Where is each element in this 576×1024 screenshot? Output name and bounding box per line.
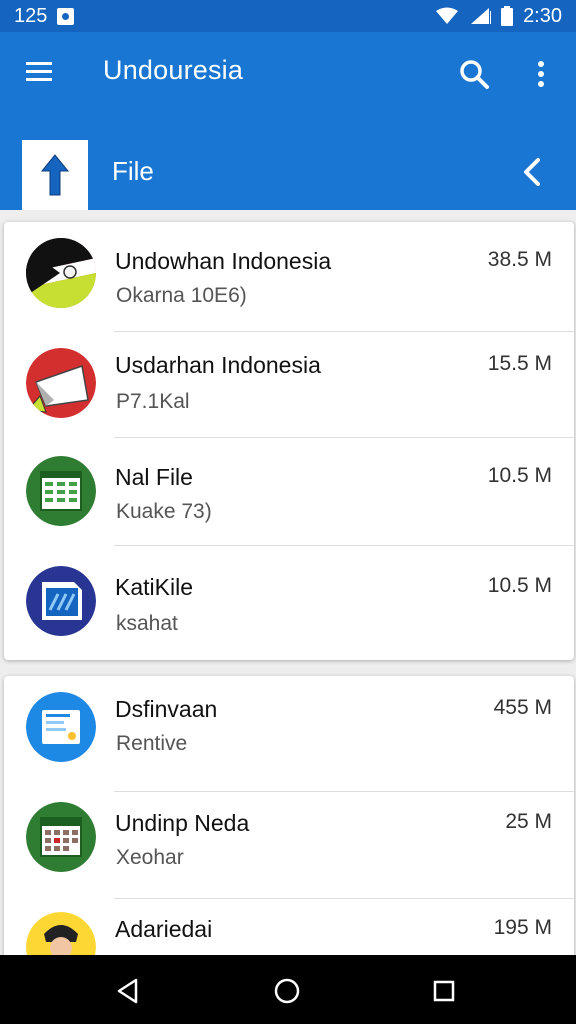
list-item[interactable]: Usdarhan Indonesia P7.1Kal 15.5 M xyxy=(4,328,574,438)
list-item[interactable]: Undowhan Indonesia Okarna 10E6) 38.5 M xyxy=(4,222,574,332)
file-size: 195 M xyxy=(493,916,552,939)
back-nav-button[interactable] xyxy=(112,975,144,1007)
list-item[interactable]: Dsfinvaan Rentive 455 M xyxy=(4,676,574,792)
wifi-icon xyxy=(436,7,459,24)
file-list-card: Dsfinvaan Rentive 455 M Undinp Neda Xeoh… xyxy=(4,676,574,982)
status-bar: 125 2:30 xyxy=(0,0,576,32)
home-nav-button[interactable] xyxy=(271,975,303,1007)
app-bar: Undouresia File xyxy=(0,32,576,210)
battery-icon xyxy=(501,6,514,26)
collapse-back-button[interactable] xyxy=(514,154,550,190)
home-nav-icon xyxy=(274,978,300,1004)
navigation-bar xyxy=(0,955,576,1024)
signal-icon xyxy=(471,8,492,24)
document-icon xyxy=(26,566,96,636)
status-left-text: 125 xyxy=(14,4,48,27)
file-name: Nal File xyxy=(115,464,193,490)
file-size: 15.5 M xyxy=(487,352,552,375)
upload-folder-icon xyxy=(40,154,70,196)
file-details: Kuake 73) xyxy=(116,500,212,523)
path-row: File xyxy=(0,140,576,210)
file-size: 38.5 M xyxy=(487,248,552,271)
file-name: KatiKile xyxy=(115,574,193,600)
toolbar: Undouresia xyxy=(0,32,576,114)
menu-icon xyxy=(26,62,52,81)
file-name: Usdarhan Indonesia xyxy=(115,352,321,378)
list-item[interactable]: KatiKile ksahat 10.5 M xyxy=(4,546,574,656)
file-size: 25 M xyxy=(505,810,552,833)
file-details: Rentive xyxy=(116,732,188,755)
upload-folder-button[interactable] xyxy=(22,140,88,210)
menu-button[interactable] xyxy=(26,60,54,84)
file-size: 10.5 M xyxy=(487,574,552,597)
file-details: ksahat xyxy=(116,612,178,635)
doc-file-icon xyxy=(26,692,96,762)
app-title: Undouresia xyxy=(103,55,244,85)
file-name: Undowhan Indonesia xyxy=(115,248,332,274)
status-right: 2:30 xyxy=(435,5,562,28)
recents-nav-button[interactable] xyxy=(428,975,460,1007)
status-left: 125 xyxy=(14,4,75,28)
file-size: 10.5 M xyxy=(487,464,552,487)
calendar-icon xyxy=(26,802,96,872)
list-item[interactable]: Nal File Kuake 73) 10.5 M xyxy=(4,436,574,546)
spreadsheet-icon xyxy=(26,456,96,526)
back-nav-icon xyxy=(117,978,138,1004)
file-list-card: Undowhan Indonesia Okarna 10E6) 38.5 M U… xyxy=(4,222,574,660)
file-details: Xeohar xyxy=(116,846,184,869)
path-label: File xyxy=(112,156,154,186)
more-vert-icon xyxy=(538,61,544,87)
notification-icon xyxy=(57,7,75,25)
more-options-button[interactable] xyxy=(530,58,552,92)
flag-file-icon xyxy=(26,238,96,308)
file-name: Dsfinvaan xyxy=(115,696,218,722)
file-details: Okarna 10E6) xyxy=(116,284,247,307)
status-time: 2:30 xyxy=(523,4,562,27)
file-size: 455 M xyxy=(493,696,552,719)
chevron-left-icon xyxy=(524,158,540,186)
flag-document-icon xyxy=(26,348,96,418)
recents-nav-icon xyxy=(433,980,455,1002)
search-button[interactable] xyxy=(458,58,490,90)
file-details: P7.1Kal xyxy=(116,390,190,413)
file-name: Undinp Neda xyxy=(115,810,250,836)
search-icon xyxy=(460,60,489,89)
list-item[interactable]: Undinp Neda Xeohar 25 M xyxy=(4,786,574,899)
file-name: Adariedai xyxy=(115,916,213,942)
